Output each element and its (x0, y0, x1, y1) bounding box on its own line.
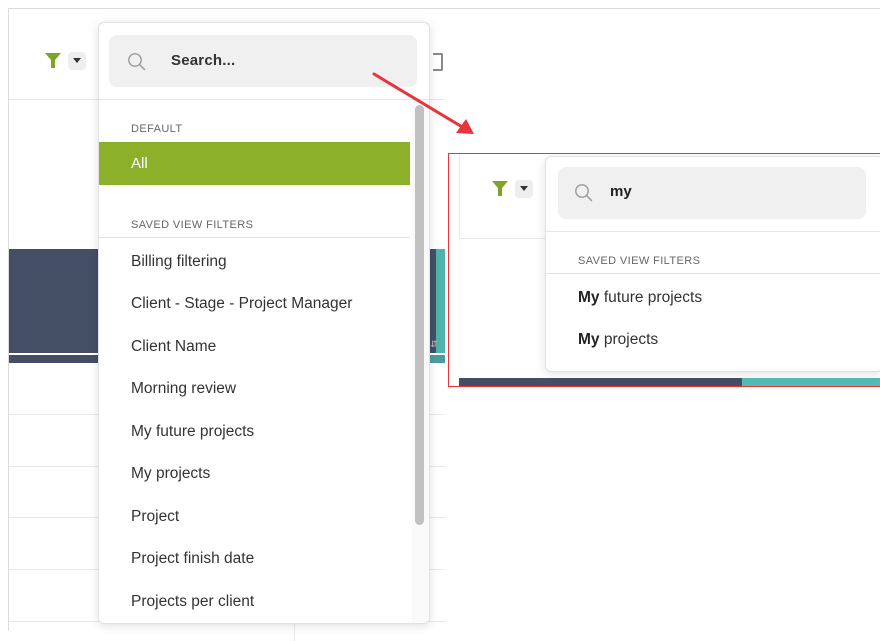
filter-funnel-icon[interactable] (491, 180, 509, 198)
filter-caret-button[interactable] (515, 180, 533, 198)
filter-item[interactable]: My future projects (131, 423, 254, 441)
table-column-divider (294, 621, 295, 641)
filter-item[interactable]: My projects (131, 465, 210, 483)
divider (99, 237, 410, 238)
sort-icon[interactable]: ⇵ (430, 339, 438, 350)
table-header-teal-lower (436, 249, 445, 353)
search-placeholder: Search... (171, 52, 236, 69)
result-text: projects (599, 331, 659, 348)
search-value: my (610, 183, 632, 200)
filter-result-item[interactable]: My future projects (578, 289, 702, 307)
section-label-default: DEFAULT (131, 123, 183, 135)
table-header-strip-teal (742, 378, 880, 386)
filter-item[interactable]: Client Name (131, 338, 216, 356)
filter-item[interactable]: Client - Stage - Project Manager (131, 295, 352, 313)
section-label-saved: SAVED VIEW FILTERS (131, 219, 254, 231)
divider (546, 231, 880, 232)
caret-down-icon (73, 58, 81, 63)
table-header-strip-dark (459, 378, 742, 386)
filter-item[interactable]: Project finish date (131, 550, 254, 568)
table-header-strip-dark (9, 355, 99, 363)
search-icon (575, 184, 593, 202)
toolbar-divider (459, 154, 460, 238)
result-text: future projects (599, 289, 703, 306)
filter-item-label: All (131, 155, 148, 172)
filter-item-all[interactable]: All (99, 142, 410, 185)
search-input[interactable]: my (558, 167, 866, 219)
section-label-saved: SAVED VIEW FILTERS (578, 255, 701, 267)
filter-control[interactable] (491, 180, 533, 198)
filter-dropdown: my SAVED VIEW FILTERS My future projects… (545, 156, 880, 372)
filter-item[interactable]: Project (131, 508, 179, 526)
match-highlight: My (578, 289, 600, 306)
scrollbar-thumb[interactable] (415, 105, 424, 525)
search-result-preview: my SAVED VIEW FILTERS My future projects… (448, 153, 880, 387)
calendar-icon[interactable] (433, 53, 443, 71)
search-icon (128, 53, 146, 71)
filter-item[interactable]: Morning review (131, 380, 236, 398)
filter-item[interactable]: Billing filtering (131, 253, 227, 271)
divider (546, 273, 880, 274)
filter-funnel-icon[interactable] (44, 52, 62, 70)
filter-item[interactable]: Projects per client (131, 593, 254, 611)
top-border (444, 8, 880, 9)
filter-control[interactable] (44, 52, 86, 70)
match-highlight: My (578, 331, 600, 348)
caret-down-icon (520, 186, 528, 191)
filter-result-item[interactable]: My projects (578, 331, 658, 349)
filter-caret-button[interactable] (68, 52, 86, 70)
arrow-icon (372, 72, 474, 134)
